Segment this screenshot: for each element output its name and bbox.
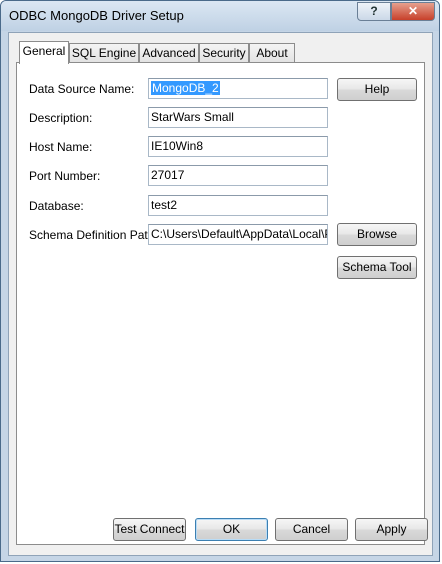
ok-button[interactable]: OK bbox=[195, 518, 268, 541]
host-name-field[interactable]: IE10Win8 bbox=[148, 136, 328, 157]
data-source-name-field[interactable]: MongoDB_2 bbox=[148, 78, 328, 99]
description-field[interactable]: StarWars Small bbox=[148, 107, 328, 128]
database-field[interactable]: test2 bbox=[148, 195, 328, 216]
schema-tool-button[interactable]: Schema Tool bbox=[337, 256, 417, 279]
apply-button[interactable]: Apply bbox=[355, 518, 428, 541]
general-tab-panel: Data Source Name: MongoDB_2 Help Descrip… bbox=[16, 62, 428, 545]
data-source-name-value: MongoDB_2 bbox=[151, 81, 220, 95]
browse-button[interactable]: Browse bbox=[337, 223, 417, 246]
schema-definition-path-field[interactable]: C:\Users\Default\AppData\Local\Pr bbox=[148, 224, 328, 245]
host-name-label: Host Name: bbox=[29, 140, 93, 154]
data-source-name-label: Data Source Name: bbox=[29, 82, 135, 96]
dialog-client-area: General SQL Engine Advanced Security Abo… bbox=[8, 32, 433, 556]
database-label: Database: bbox=[29, 199, 84, 213]
close-button[interactable]: ✕ bbox=[391, 2, 435, 21]
port-number-field[interactable]: 27017 bbox=[148, 165, 328, 186]
port-number-label: Port Number: bbox=[29, 169, 101, 183]
cancel-button[interactable]: Cancel bbox=[275, 518, 348, 541]
test-connect-button[interactable]: Test Connect bbox=[113, 518, 186, 541]
window-title: ODBC MongoDB Driver Setup bbox=[9, 8, 184, 23]
schema-definition-path-label: Schema Definition Path: bbox=[29, 228, 158, 242]
close-icon: ✕ bbox=[407, 4, 419, 18]
title-bar[interactable]: ODBC MongoDB Driver Setup ? ✕ bbox=[1, 1, 439, 31]
tab-advanced[interactable]: Advanced bbox=[139, 43, 199, 63]
description-label: Description: bbox=[29, 111, 93, 125]
tab-sql-engine[interactable]: SQL Engine bbox=[69, 43, 139, 63]
tab-about[interactable]: About bbox=[249, 43, 295, 63]
tab-security[interactable]: Security bbox=[199, 43, 249, 63]
dialog-window: ODBC MongoDB Driver Setup ? ✕ General SQ… bbox=[0, 0, 440, 562]
question-icon: ? bbox=[370, 4, 378, 18]
tab-general[interactable]: General bbox=[19, 41, 69, 64]
help-button[interactable]: Help bbox=[337, 78, 417, 101]
help-caption-button[interactable]: ? bbox=[357, 2, 391, 21]
